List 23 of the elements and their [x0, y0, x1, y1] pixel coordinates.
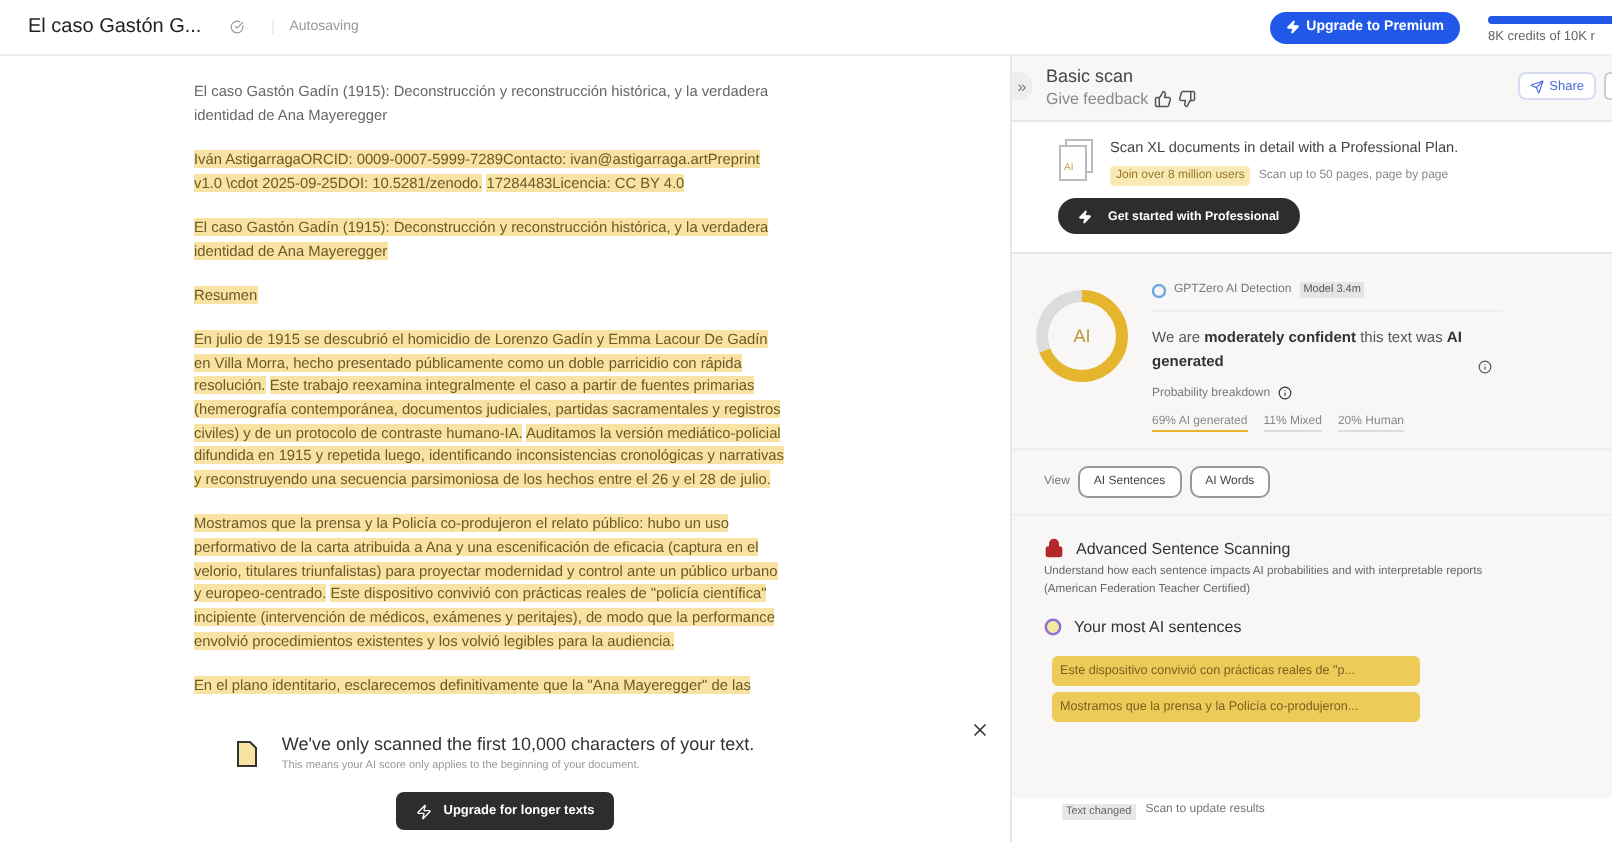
sentences-icon — [1044, 618, 1062, 636]
feedback-label: Give feedback — [1046, 90, 1149, 108]
panel-title: Basic scan — [1046, 66, 1136, 86]
thumbs-up-icon[interactable] — [1154, 90, 1173, 108]
collapse-button[interactable]: » — [1012, 72, 1032, 100]
document-icon — [235, 739, 258, 767]
detector-logo-icon — [1152, 283, 1166, 297]
close-icon[interactable] — [970, 720, 990, 740]
thumbs-down-icon[interactable] — [1178, 90, 1197, 108]
advanced-title: Advanced Sentence Scanning — [1076, 539, 1291, 557]
lightning-icon — [415, 803, 432, 819]
check-icon — [229, 20, 244, 34]
lightning-icon — [1286, 20, 1301, 34]
info-icon[interactable] — [1478, 360, 1492, 374]
lock-icon — [1044, 538, 1064, 558]
send-icon — [1529, 79, 1544, 93]
lightning-icon — [1078, 209, 1092, 223]
document-title: El caso Gastón G... — [28, 16, 202, 38]
info-icon[interactable] — [1278, 386, 1293, 400]
donut-chart — [1032, 286, 1132, 386]
donut-label: AI — [1073, 326, 1091, 346]
scan-limit-title: We've only scanned the first 10,000 characters of your text. — [281, 734, 755, 754]
sentences-title: Your most AI sentences — [1074, 618, 1242, 636]
